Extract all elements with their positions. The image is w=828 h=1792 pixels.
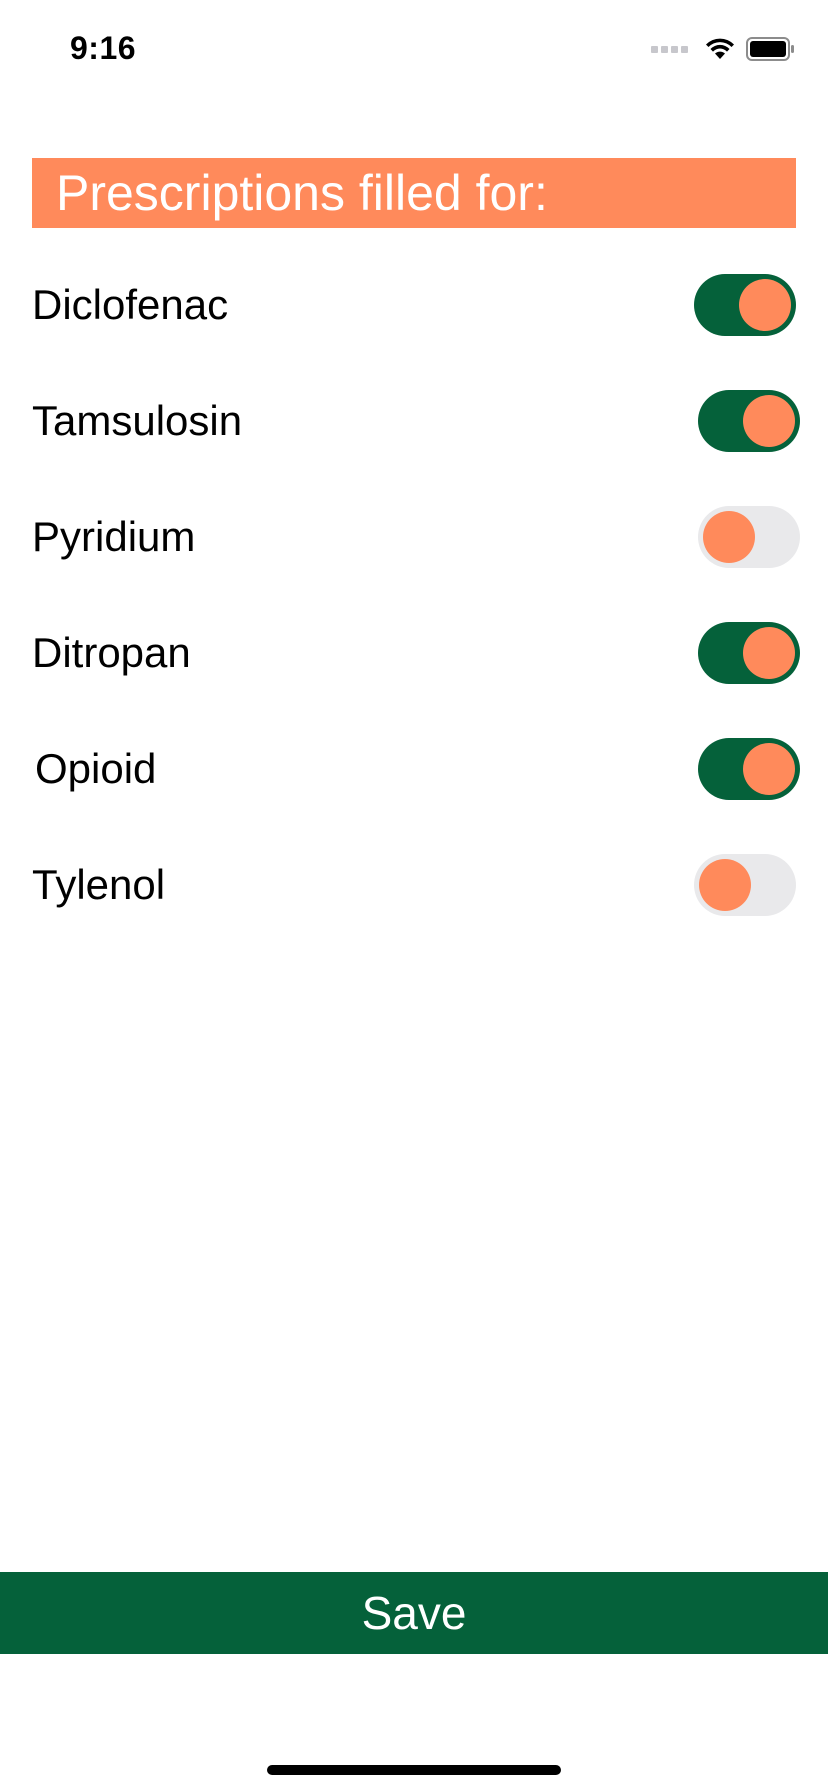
pyridium-toggle[interactable] xyxy=(698,506,800,568)
toggle-knob xyxy=(739,279,791,331)
toggle-knob xyxy=(743,743,795,795)
toggle-knob xyxy=(743,627,795,679)
toggle-knob xyxy=(743,395,795,447)
prescription-row: Diclofenac xyxy=(32,268,804,338)
status-icons xyxy=(651,34,796,64)
prescription-label: Tamsulosin xyxy=(32,397,243,444)
diclofenac-toggle[interactable] xyxy=(694,274,796,336)
home-indicator[interactable] xyxy=(267,1765,561,1775)
page-title: Prescriptions filled for: xyxy=(56,165,548,221)
tylenol-toggle[interactable] xyxy=(694,854,796,916)
signal-icon xyxy=(651,45,688,53)
prescription-row: Tylenol xyxy=(32,848,804,918)
tamsulosin-toggle[interactable] xyxy=(698,390,800,452)
prescription-row: Opioid xyxy=(32,732,804,802)
battery-icon xyxy=(746,37,794,61)
save-button[interactable]: Save xyxy=(0,1572,828,1654)
prescription-label: Ditropan xyxy=(32,629,191,676)
prescription-label: Pyridium xyxy=(32,513,196,560)
wifi-icon xyxy=(706,38,734,59)
opioid-toggle[interactable] xyxy=(698,738,800,800)
prescription-row: Tamsulosin xyxy=(32,384,804,454)
toggle-knob xyxy=(699,859,751,911)
toggle-knob xyxy=(703,511,755,563)
status-time: 9:16 xyxy=(70,30,137,66)
prescription-label: Tylenol xyxy=(32,861,166,908)
screen: 9:16 Prescriptions filled for: Diclofena… xyxy=(0,0,828,1792)
ditropan-toggle[interactable] xyxy=(698,622,800,684)
prescription-label: Diclofenac xyxy=(32,281,229,328)
prescription-label: Opioid xyxy=(35,745,157,792)
header-banner: Prescriptions filled for: xyxy=(32,158,796,228)
prescription-row: Ditropan xyxy=(32,616,804,686)
prescription-row: Pyridium xyxy=(32,500,804,570)
